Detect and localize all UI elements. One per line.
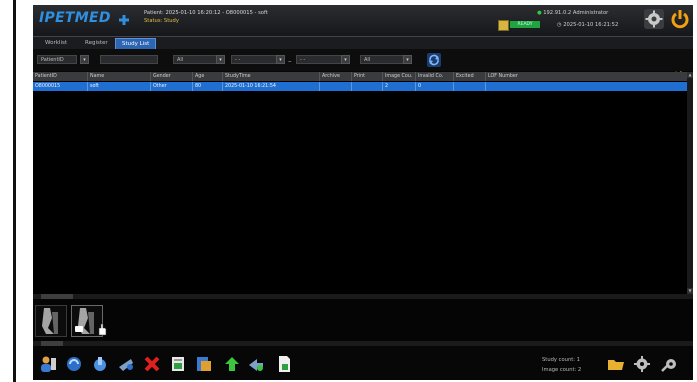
field-select[interactable]: PatientID — [37, 55, 77, 64]
table-vertical-scrollbar[interactable]: ▲ ▼ — [687, 72, 693, 294]
cell-print — [352, 82, 383, 91]
count-summary: Study count: 1 Image count: 2 — [542, 355, 581, 375]
settings-icon[interactable] — [633, 355, 651, 373]
col-age[interactable]: Age — [193, 72, 223, 81]
table-row[interactable]: O8000015 soft Other 80 2025-01-10 16:21:… — [33, 82, 687, 91]
tab-worklist[interactable]: Worklist — [39, 38, 73, 48]
field-dropdown-button[interactable]: ▾ — [80, 55, 89, 64]
status-select[interactable]: All — [360, 55, 404, 64]
modality-dropdown-button[interactable]: ▾ — [216, 55, 225, 64]
table-horizontal-scrollbar[interactable] — [33, 294, 693, 299]
col-print[interactable]: Print — [352, 72, 383, 81]
left-stripe — [13, 0, 16, 382]
cell-patient-id: O8000015 — [33, 82, 88, 91]
bottom-toolbar: Study count: 1 Image count: 2 — [33, 347, 693, 380]
cell-study-time: 2025-01-10 16:21:54 — [223, 82, 320, 91]
forward-icon[interactable] — [247, 355, 265, 373]
cell-age: 80 — [193, 82, 223, 91]
col-excited[interactable]: Excited — [454, 72, 486, 81]
device-icon — [498, 20, 509, 31]
hand-cursor-icon — [98, 323, 107, 336]
gear-icon[interactable] — [644, 9, 664, 29]
scroll-up-arrow[interactable]: ▲ — [687, 72, 693, 78]
cell-excited — [454, 82, 486, 91]
left-edge — [0, 0, 18, 382]
query-icon[interactable] — [65, 355, 83, 373]
tab-bar: Worklist Register Study List +/- — [33, 37, 693, 78]
folder-icon[interactable] — [607, 355, 625, 373]
col-lof-number[interactable]: LOF Number — [486, 72, 687, 81]
delete-icon[interactable] — [143, 355, 161, 373]
image-count: Image count: 2 — [542, 367, 582, 373]
report-icon[interactable] — [195, 355, 213, 373]
cell-name: soft — [88, 82, 151, 91]
user-line: 192.91.0.2 Administrator — [543, 10, 609, 16]
study-count: Study count: 1 — [542, 357, 580, 363]
logo-cross-icon — [119, 15, 129, 25]
date-from-input[interactable]: - - — [231, 55, 277, 64]
ready-badge: READY — [510, 21, 540, 28]
connection-icon: ● — [537, 10, 542, 16]
search-input[interactable] — [100, 55, 158, 64]
refresh-icon[interactable] — [427, 53, 441, 67]
xray-thumbnail[interactable] — [35, 305, 67, 337]
cell-image-count: 2 — [383, 82, 416, 91]
datetime-text: 2025-01-10 16:21:52 — [563, 22, 619, 28]
new-patient-icon[interactable] — [39, 355, 57, 373]
send-icon[interactable] — [117, 355, 135, 373]
date-to-picker-button[interactable]: ▾ — [341, 55, 350, 64]
cell-lof-number — [486, 82, 687, 91]
thumbnail-strip — [33, 300, 693, 340]
tools-icon[interactable] — [661, 355, 679, 373]
header-bar: IPETMED Patient: 2025-01-10 16:20:12 - O… — [33, 5, 693, 37]
status-line: Status: Study — [144, 18, 179, 24]
cell-gender: Other — [151, 82, 193, 91]
power-icon[interactable] — [669, 8, 691, 30]
date-from-picker-button[interactable]: ▾ — [276, 55, 285, 64]
user-info: ● 192.91.0.2 Administrator — [537, 10, 608, 16]
date-range-dash: – — [288, 57, 292, 65]
ready-indicator: READY — [498, 20, 558, 31]
date-to-input[interactable]: - - — [296, 55, 342, 64]
thumbnail-scrollbar[interactable] — [33, 341, 693, 346]
edit-icon[interactable] — [91, 355, 109, 373]
window-frame: IPETMED Patient: 2025-01-10 16:20:12 - O… — [0, 0, 697, 382]
clock-icon: ◷ — [557, 22, 562, 28]
app-window: IPETMED Patient: 2025-01-10 16:20:12 - O… — [33, 5, 693, 380]
scroll-thumb[interactable] — [41, 294, 73, 299]
filter-bar: PatientID ▾ All ▾ - - ▾ – - - ▾ All ▾ — [33, 49, 693, 71]
table-header: PatientID Name Gender Age StudyTime Arch… — [33, 72, 687, 81]
modality-select[interactable]: All — [173, 55, 217, 64]
cell-archive — [320, 82, 352, 91]
document-icon[interactable] — [275, 355, 293, 373]
upload-icon[interactable] — [223, 355, 241, 373]
patient-info: Patient: 2025-01-10 16:20:12 - O8000015 … — [144, 9, 268, 25]
col-archive[interactable]: Archive — [320, 72, 352, 81]
col-gender[interactable]: Gender — [151, 72, 193, 81]
cell-invalid-count: 0 — [416, 82, 454, 91]
thumbnail-scroll-thumb[interactable] — [41, 341, 63, 346]
tab-register[interactable]: Register — [79, 38, 114, 48]
col-patient-id[interactable]: PatientID — [33, 72, 88, 81]
col-name[interactable]: Name — [88, 72, 151, 81]
study-table: PatientID Name Gender Age StudyTime Arch… — [33, 72, 693, 299]
datetime-display: ◷ 2025-01-10 16:21:52 — [557, 22, 618, 28]
col-study-time[interactable]: StudyTime — [223, 72, 320, 81]
col-invalid-count[interactable]: Invalid Co. — [416, 72, 454, 81]
export-icon[interactable] — [169, 355, 187, 373]
status-dropdown-button[interactable]: ▾ — [403, 55, 412, 64]
col-image-count[interactable]: Image Cou. — [383, 72, 416, 81]
app-logo: IPETMED — [39, 10, 111, 26]
patient-line: Patient: 2025-01-10 16:20:12 - O8000015 … — [144, 10, 268, 16]
